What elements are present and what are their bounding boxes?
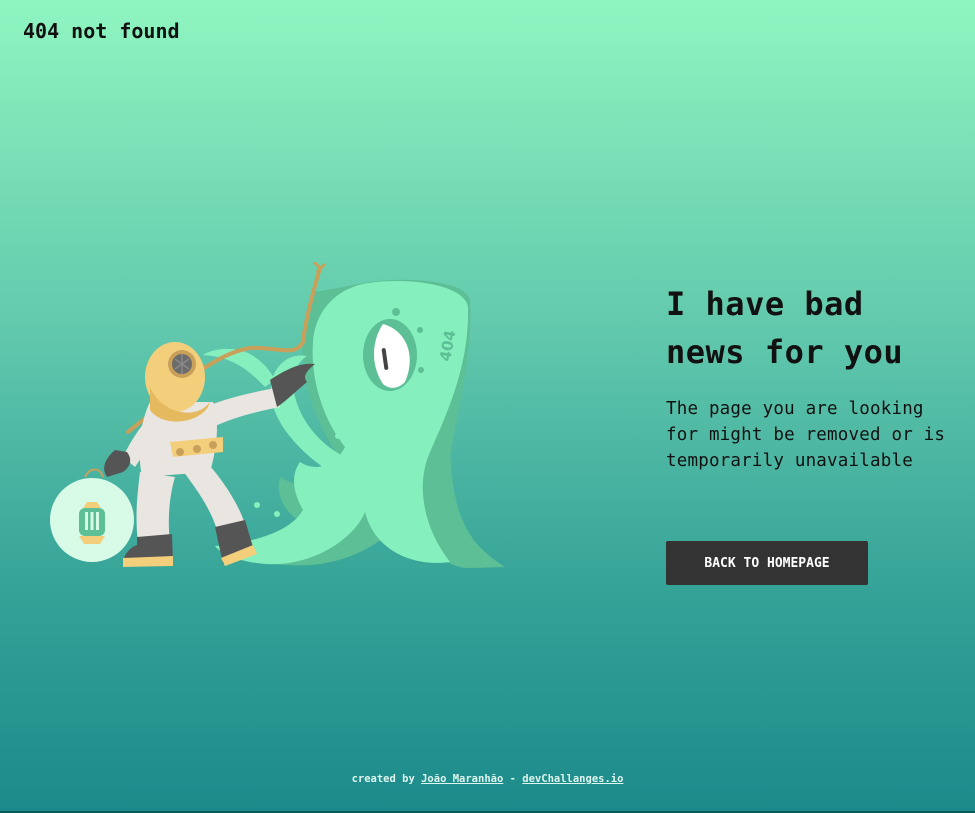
footer: created by João Maranhão - devChallanges… <box>0 773 975 785</box>
sea-monster: 404 <box>203 279 505 568</box>
headline-line-2: news for you <box>666 333 904 371</box>
brand-title: 404 not found <box>23 19 180 43</box>
error-message-section: I have bad news for you The page you are… <box>666 280 956 474</box>
diver-monster-illustration: 404 <box>50 262 505 568</box>
error-description: The page you are looking for might be re… <box>666 399 946 471</box>
devchallenges-link[interactable]: devChallanges.io <box>522 773 623 785</box>
page-headline: I have bad news for you <box>666 280 956 376</box>
footer-prefix: created by <box>351 773 415 785</box>
headline-line-1: I have bad <box>666 285 864 323</box>
author-link[interactable]: João Maranhão <box>421 773 503 785</box>
footer-separator: - <box>509 773 516 785</box>
back-to-homepage-button[interactable]: BACK TO HOMEPAGE <box>666 541 868 585</box>
